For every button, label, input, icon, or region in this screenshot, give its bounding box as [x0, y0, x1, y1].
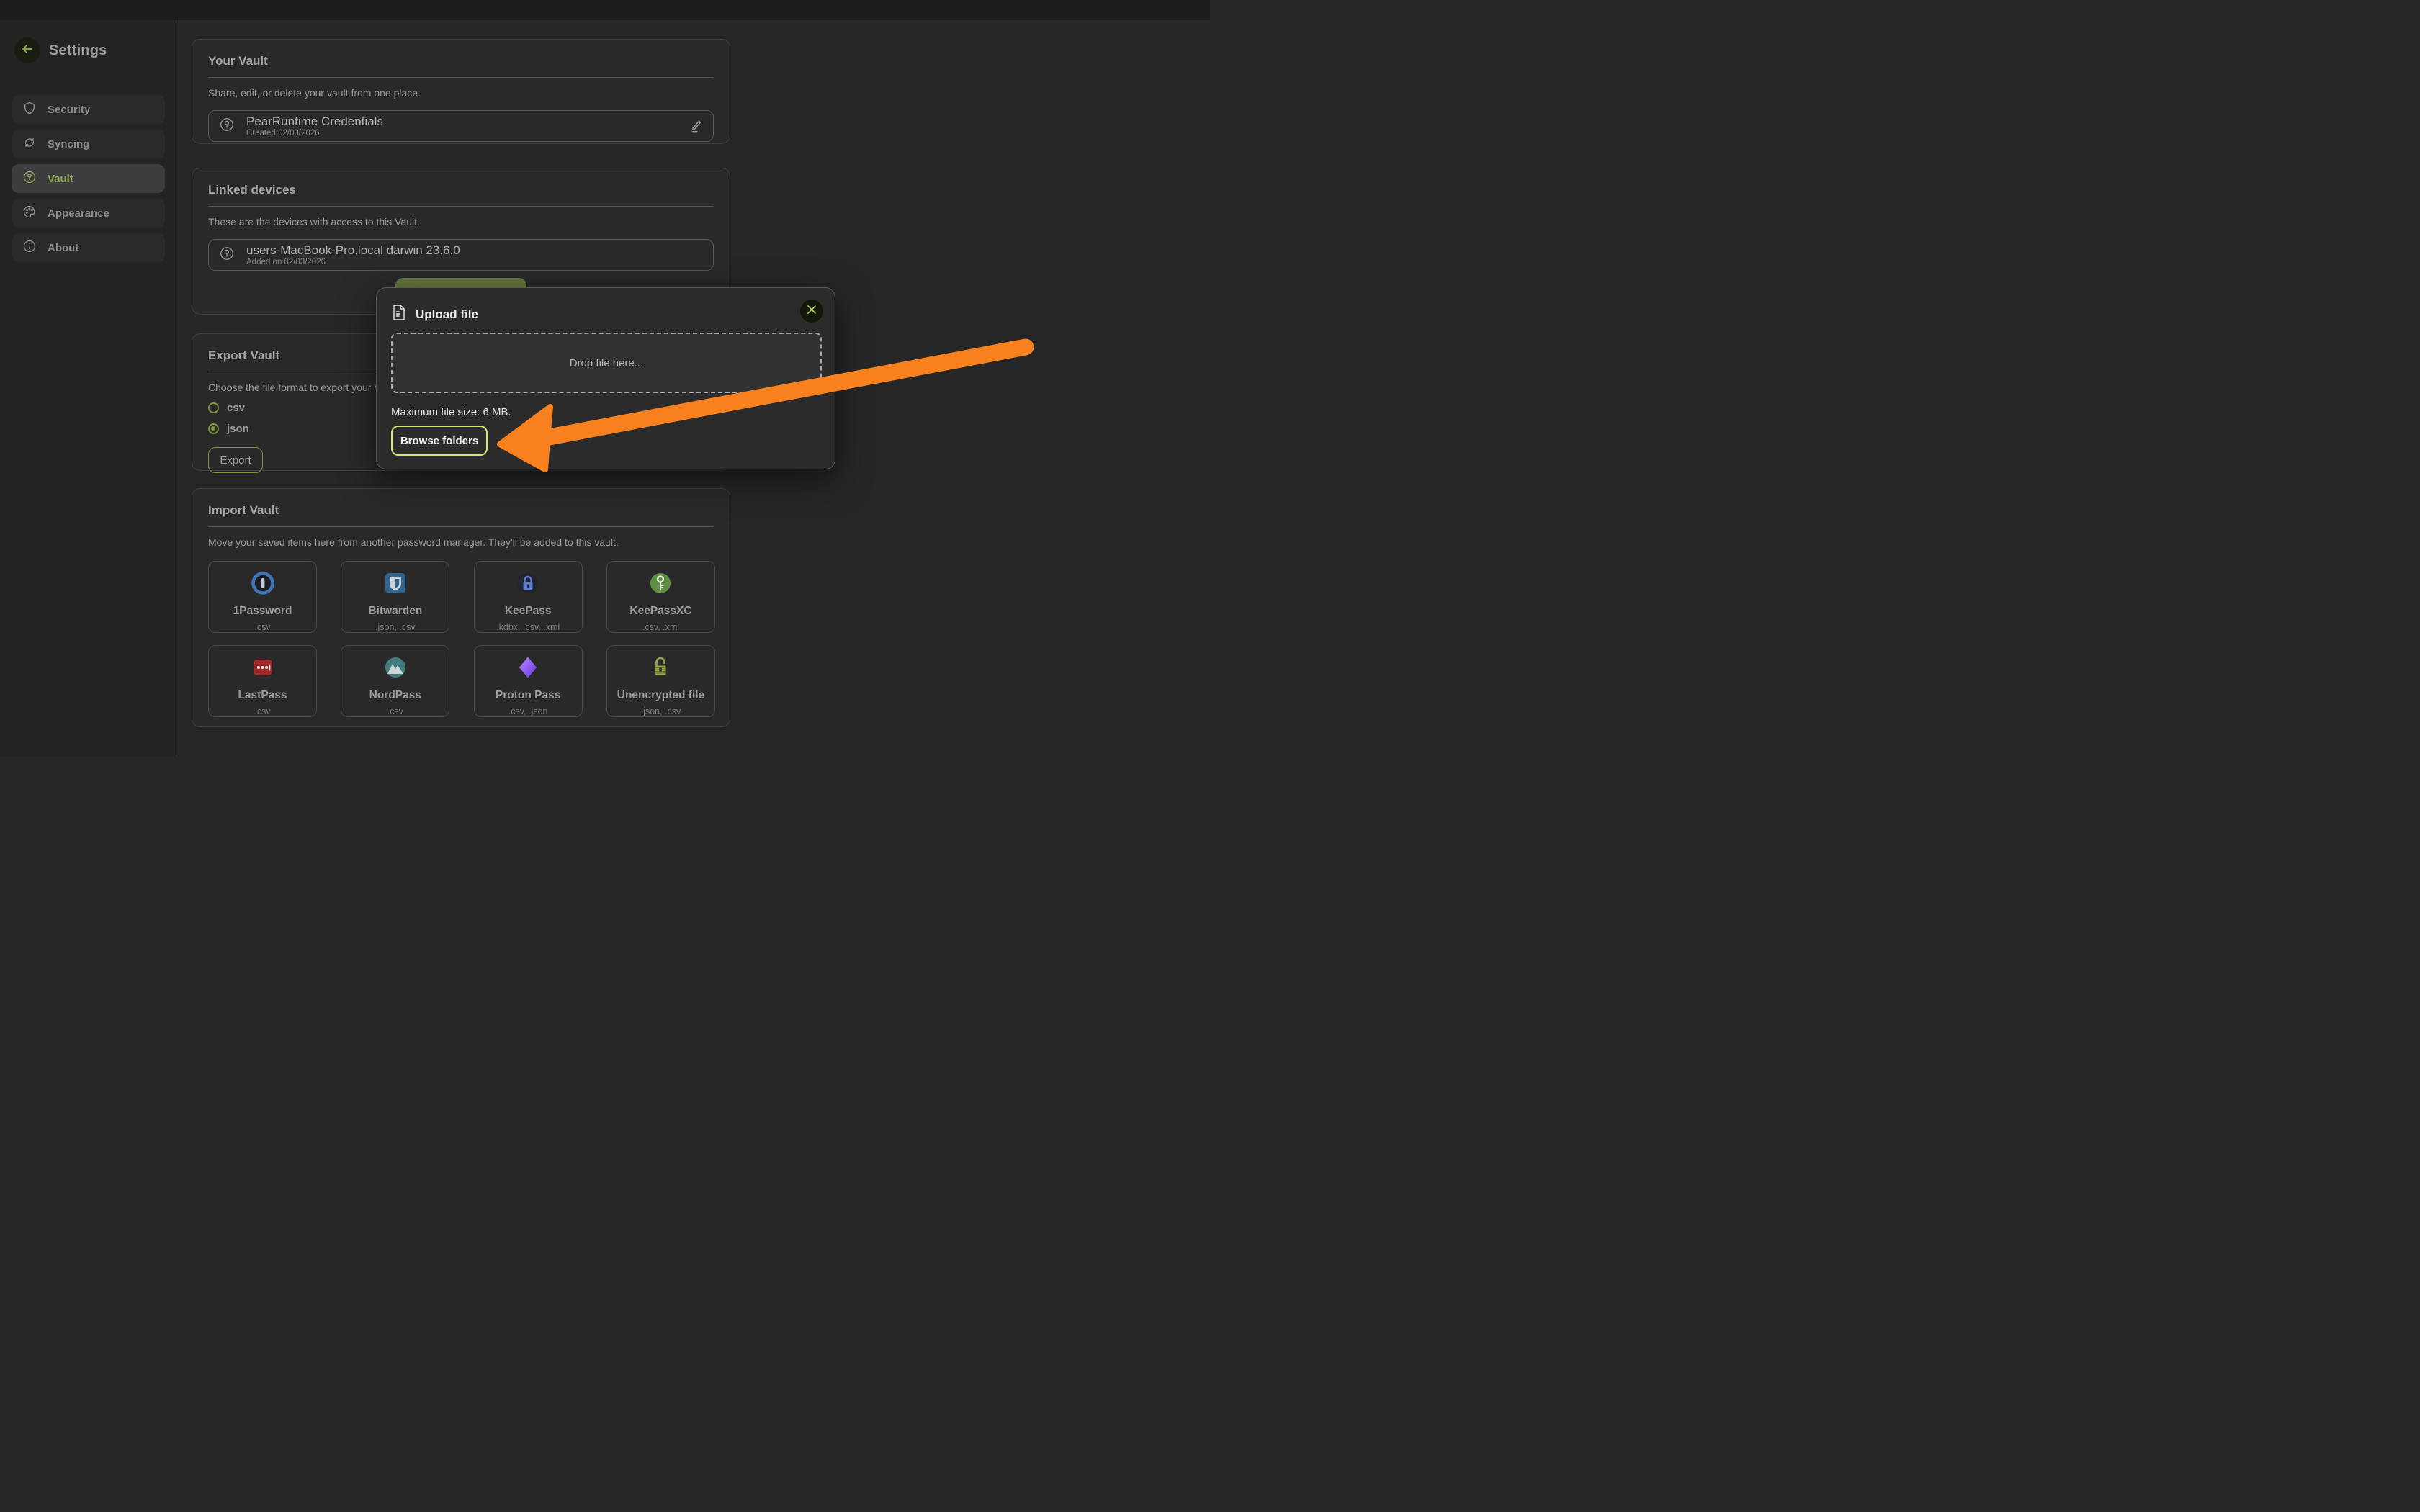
sidebar-item-syncing[interactable]: Syncing	[12, 130, 165, 158]
import-tile-nordpass[interactable]: NordPass .csv	[341, 645, 449, 717]
unencrypted-lock-icon	[648, 655, 673, 683]
window-titlebar	[0, 0, 1210, 20]
modal-title: Upload file	[416, 307, 478, 322]
vault-key-icon	[219, 246, 235, 265]
divider	[208, 526, 714, 527]
close-button[interactable]	[800, 300, 823, 323]
import-providers-grid: 1Password .csv Bitwarden .json, .csv	[208, 561, 715, 717]
import-tile-keepass[interactable]: KeePass .kdbx, .csv, .xml	[474, 561, 583, 633]
card-title: Linked devices	[208, 183, 714, 197]
modal-header: Upload file	[391, 304, 820, 325]
protonpass-icon	[516, 655, 540, 683]
shield-icon	[22, 101, 37, 119]
provider-formats: .json, .csv	[375, 622, 416, 632]
back-arrow-icon	[20, 42, 35, 60]
import-tile-bitwarden[interactable]: Bitwarden .json, .csv	[341, 561, 449, 633]
provider-formats: .csv, .xml	[642, 622, 679, 632]
palette-icon	[22, 204, 37, 222]
import-vault-card: Import Vault Move your saved items here …	[192, 488, 730, 727]
info-icon	[22, 239, 37, 257]
provider-name: Proton Pass	[496, 689, 560, 702]
edit-pencil-icon[interactable]	[687, 118, 703, 134]
card-description: Move your saved items here from another …	[208, 536, 714, 548]
vault-row: PearRuntime Credentials Created 02/03/20…	[208, 110, 714, 142]
provider-name: KeePass	[505, 605, 552, 618]
provider-name: LastPass	[238, 689, 287, 702]
browse-folders-button[interactable]: Browse folders	[391, 426, 488, 456]
card-description: Share, edit, or delete your vault from o…	[208, 87, 714, 99]
your-vault-card: Your Vault Share, edit, or delete your v…	[192, 39, 730, 144]
sync-icon	[22, 135, 37, 153]
file-dropzone[interactable]: Drop file here...	[391, 333, 822, 393]
lastpass-icon	[251, 655, 275, 683]
sidebar-item-vault[interactable]: Vault	[12, 164, 165, 193]
sidebar-title: Settings	[49, 42, 107, 59]
divider	[208, 77, 714, 78]
device-row: users-MacBook-Pro.local darwin 23.6.0 Ad…	[208, 239, 714, 271]
nordpass-icon	[383, 655, 408, 683]
card-description: These are the devices with access to thi…	[208, 216, 714, 228]
provider-formats: .csv	[387, 706, 403, 716]
provider-formats: .csv	[254, 706, 270, 716]
provider-name: NordPass	[369, 689, 421, 702]
card-title: Import Vault	[208, 503, 714, 518]
settings-sidebar: Settings Security Syncing	[0, 20, 176, 756]
export-button[interactable]: Export	[208, 447, 263, 473]
bitwarden-icon	[383, 571, 408, 599]
provider-name: KeePassXC	[629, 605, 691, 618]
provider-name: Bitwarden	[368, 605, 422, 618]
divider	[208, 206, 714, 207]
sidebar-item-label: Syncing	[48, 138, 89, 150]
provider-formats: .json, .csv	[641, 706, 681, 716]
import-tile-keepassxc[interactable]: KeePassXC .csv, .xml	[606, 561, 715, 633]
sidebar-nav: Security Syncing Vault	[12, 95, 165, 262]
import-tile-unencrypted[interactable]: Unencrypted file .json, .csv	[606, 645, 715, 717]
vault-key-icon	[219, 117, 235, 136]
sidebar-item-label: Vault	[48, 173, 73, 185]
provider-name: 1Password	[233, 605, 292, 618]
sidebar-item-appearance[interactable]: Appearance	[12, 199, 165, 228]
import-tile-1password[interactable]: 1Password .csv	[208, 561, 317, 633]
sidebar-header: Settings	[14, 37, 176, 63]
max-file-size-text: Maximum file size: 6 MB.	[391, 406, 511, 418]
keepass-icon	[516, 571, 540, 599]
radio-label: json	[227, 423, 249, 435]
sidebar-item-label: About	[48, 242, 79, 254]
radio-label: csv	[227, 402, 245, 414]
close-x-icon	[806, 304, 817, 319]
import-tile-protonpass[interactable]: Proton Pass .csv, .json	[474, 645, 583, 717]
radio-circle-selected-icon	[208, 423, 219, 434]
upload-file-modal: Upload file Drop file here... Maximum fi…	[376, 287, 835, 469]
device-added-date: Added on 02/03/2026	[246, 258, 460, 266]
card-title: Your Vault	[208, 54, 714, 68]
dropzone-text: Drop file here...	[570, 357, 644, 369]
provider-formats: .csv, .json	[508, 706, 548, 716]
sidebar-item-security[interactable]: Security	[12, 95, 165, 124]
device-name: users-MacBook-Pro.local darwin 23.6.0	[246, 243, 460, 257]
back-button[interactable]	[14, 37, 40, 63]
vault-name: PearRuntime Credentials	[246, 114, 383, 128]
provider-name: Unencrypted file	[617, 689, 704, 702]
keepassxc-icon	[648, 571, 673, 599]
radio-option-json[interactable]: json	[208, 423, 249, 435]
provider-formats: .kdbx, .csv, .xml	[496, 622, 560, 632]
vault-key-icon	[22, 170, 37, 188]
1password-icon	[251, 571, 275, 599]
provider-formats: .csv	[254, 622, 270, 632]
vault-created-date: Created 02/03/2026	[246, 129, 383, 138]
radio-option-csv[interactable]: csv	[208, 402, 245, 414]
radio-circle-icon	[208, 402, 219, 413]
import-tile-lastpass[interactable]: LastPass .csv	[208, 645, 317, 717]
file-document-icon	[391, 304, 407, 325]
sidebar-item-about[interactable]: About	[12, 233, 165, 262]
sidebar-item-label: Security	[48, 104, 90, 116]
sidebar-item-label: Appearance	[48, 207, 109, 220]
